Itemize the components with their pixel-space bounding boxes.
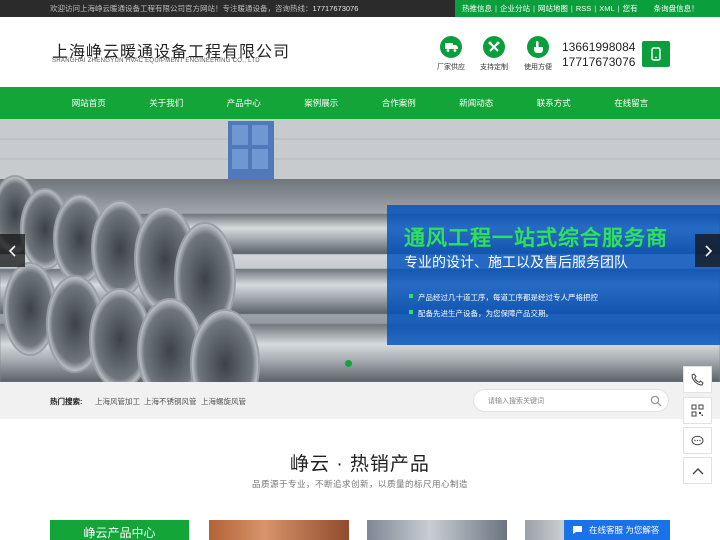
phone-number-1: 13661998084 bbox=[562, 40, 636, 54]
feature-factory-supply: 厂家供应 bbox=[431, 36, 471, 72]
phone-icon[interactable] bbox=[642, 41, 670, 67]
banner-next-button[interactable] bbox=[695, 234, 720, 267]
header: 上海峥云暖通设备工程有限公司 SHANGHAI ZHENGYUN HVAC EQ… bbox=[0, 17, 720, 87]
phone-numbers: 13661998084 17717673076 bbox=[562, 40, 635, 70]
chevron-right-icon bbox=[704, 244, 712, 257]
nav-message[interactable]: 在线留言 bbox=[593, 87, 671, 119]
search-input[interactable] bbox=[488, 394, 638, 408]
main-nav: 网站首页 关于我们 产品中心 案例展示 合作案例 新闻动态 联系方式 在线留言 bbox=[0, 87, 720, 119]
product-thumbnail[interactable] bbox=[367, 520, 507, 540]
hot-search-link[interactable]: 上海不锈钢风管 bbox=[144, 396, 197, 407]
bullet-icon bbox=[409, 294, 413, 298]
welcome-text: 欢迎访问上海峥云暖通设备工程有限公司官方网站！专注暖通设备，咨询热线：17717… bbox=[50, 4, 359, 13]
inquiry-link[interactable]: 条询盘信息！ bbox=[654, 3, 699, 14]
link-rss[interactable]: RSS bbox=[576, 4, 591, 13]
link-hot-info[interactable]: 热推信息 bbox=[462, 3, 492, 14]
phone-number-2: 17717673076 bbox=[562, 55, 636, 69]
chat-icon bbox=[573, 526, 582, 534]
tools-icon bbox=[483, 36, 505, 58]
feature-label: 支持定制 bbox=[480, 64, 508, 71]
online-chat-bar[interactable]: 在线客服 为您解答 bbox=[564, 520, 670, 540]
top-links: 热推信息 | 企业分站 | 网站地图 | RSS | XML | 您有 条询盘信息！ bbox=[455, 0, 720, 17]
banner-point: 配备先进生产设备，为您保障产品交期。 bbox=[409, 308, 553, 319]
hero-banner: 通风工程一站式综合服务商 专业的设计、施工以及售后服务团队 产品经过几十道工序，… bbox=[0, 119, 720, 382]
bullet-icon bbox=[409, 310, 413, 314]
nav-contact[interactable]: 联系方式 bbox=[515, 87, 593, 119]
banner-point: 产品经过几十道工序，每道工序都是经过专人严格把控 bbox=[409, 292, 598, 303]
company-name-en: SHANGHAI ZHENGYUN HVAC EQUIPMENT ENGINEE… bbox=[52, 58, 260, 64]
feature-label: 使用方便 bbox=[524, 64, 552, 71]
banner-pagination-dot[interactable] bbox=[345, 360, 352, 367]
product-thumbnail[interactable] bbox=[209, 520, 349, 540]
chevron-up-icon bbox=[692, 467, 703, 474]
search-bar: 热门搜索: 上海风管加工 上海不锈钢风管 上海螺旋风管 bbox=[0, 382, 720, 419]
hot-search-link[interactable]: 上海风管加工 bbox=[95, 396, 140, 407]
nav-partners[interactable]: 合作案例 bbox=[360, 87, 438, 119]
float-qrcode-button[interactable] bbox=[683, 397, 712, 424]
nav-about[interactable]: 关于我们 bbox=[128, 87, 206, 119]
link-xml[interactable]: XML bbox=[599, 4, 614, 13]
hotline-number: 17717673076 bbox=[312, 4, 359, 13]
link-branch[interactable]: 企业分站 bbox=[500, 3, 530, 14]
phone-icon bbox=[691, 373, 704, 386]
nav-home[interactable]: 网站首页 bbox=[50, 87, 128, 119]
banner-prev-button[interactable] bbox=[0, 234, 25, 267]
float-phone-button[interactable] bbox=[683, 366, 712, 393]
banner-subheadline: 专业的设计、施工以及售后服务团队 bbox=[404, 254, 628, 270]
feature-label: 厂家供应 bbox=[437, 64, 465, 71]
top-bar: 欢迎访问上海峥云暖通设备工程有限公司官方网站！专注暖通设备，咨询热线：17717… bbox=[0, 0, 720, 17]
product-center-tab[interactable]: 峥云产品中心 bbox=[50, 520, 189, 540]
search-icon[interactable] bbox=[650, 395, 662, 407]
qrcode-icon bbox=[691, 404, 704, 417]
truck-icon bbox=[440, 36, 462, 58]
search-box bbox=[473, 389, 669, 412]
section-subtitle: 品质源于专业，不断追求创新，以质量的标尺用心制造 bbox=[251, 479, 468, 489]
nav-news[interactable]: 新闻动态 bbox=[438, 87, 516, 119]
nav-cases[interactable]: 案例展示 bbox=[283, 87, 361, 119]
float-top-button[interactable] bbox=[683, 457, 712, 484]
float-message-button[interactable] bbox=[683, 427, 712, 454]
hot-search-link[interactable]: 上海螺旋风管 bbox=[201, 396, 246, 407]
chat-label: 在线客服 为您解答 bbox=[589, 525, 660, 535]
feature-custom: 支持定制 bbox=[474, 36, 514, 72]
link-sitemap[interactable]: 网站地图 bbox=[538, 3, 568, 14]
nav-products[interactable]: 产品中心 bbox=[205, 87, 283, 119]
chevron-left-icon bbox=[8, 244, 16, 257]
section-title: 峥云 · 热销产品 bbox=[290, 454, 430, 475]
banner-headline: 通风工程一站式综合服务商 bbox=[404, 227, 668, 250]
hot-search-label: 热门搜索: bbox=[50, 397, 83, 406]
inquiry-prefix: 您有 bbox=[622, 4, 638, 13]
message-icon bbox=[691, 435, 704, 445]
feature-convenient: 使用方便 bbox=[518, 36, 558, 72]
hand-icon bbox=[527, 36, 549, 58]
